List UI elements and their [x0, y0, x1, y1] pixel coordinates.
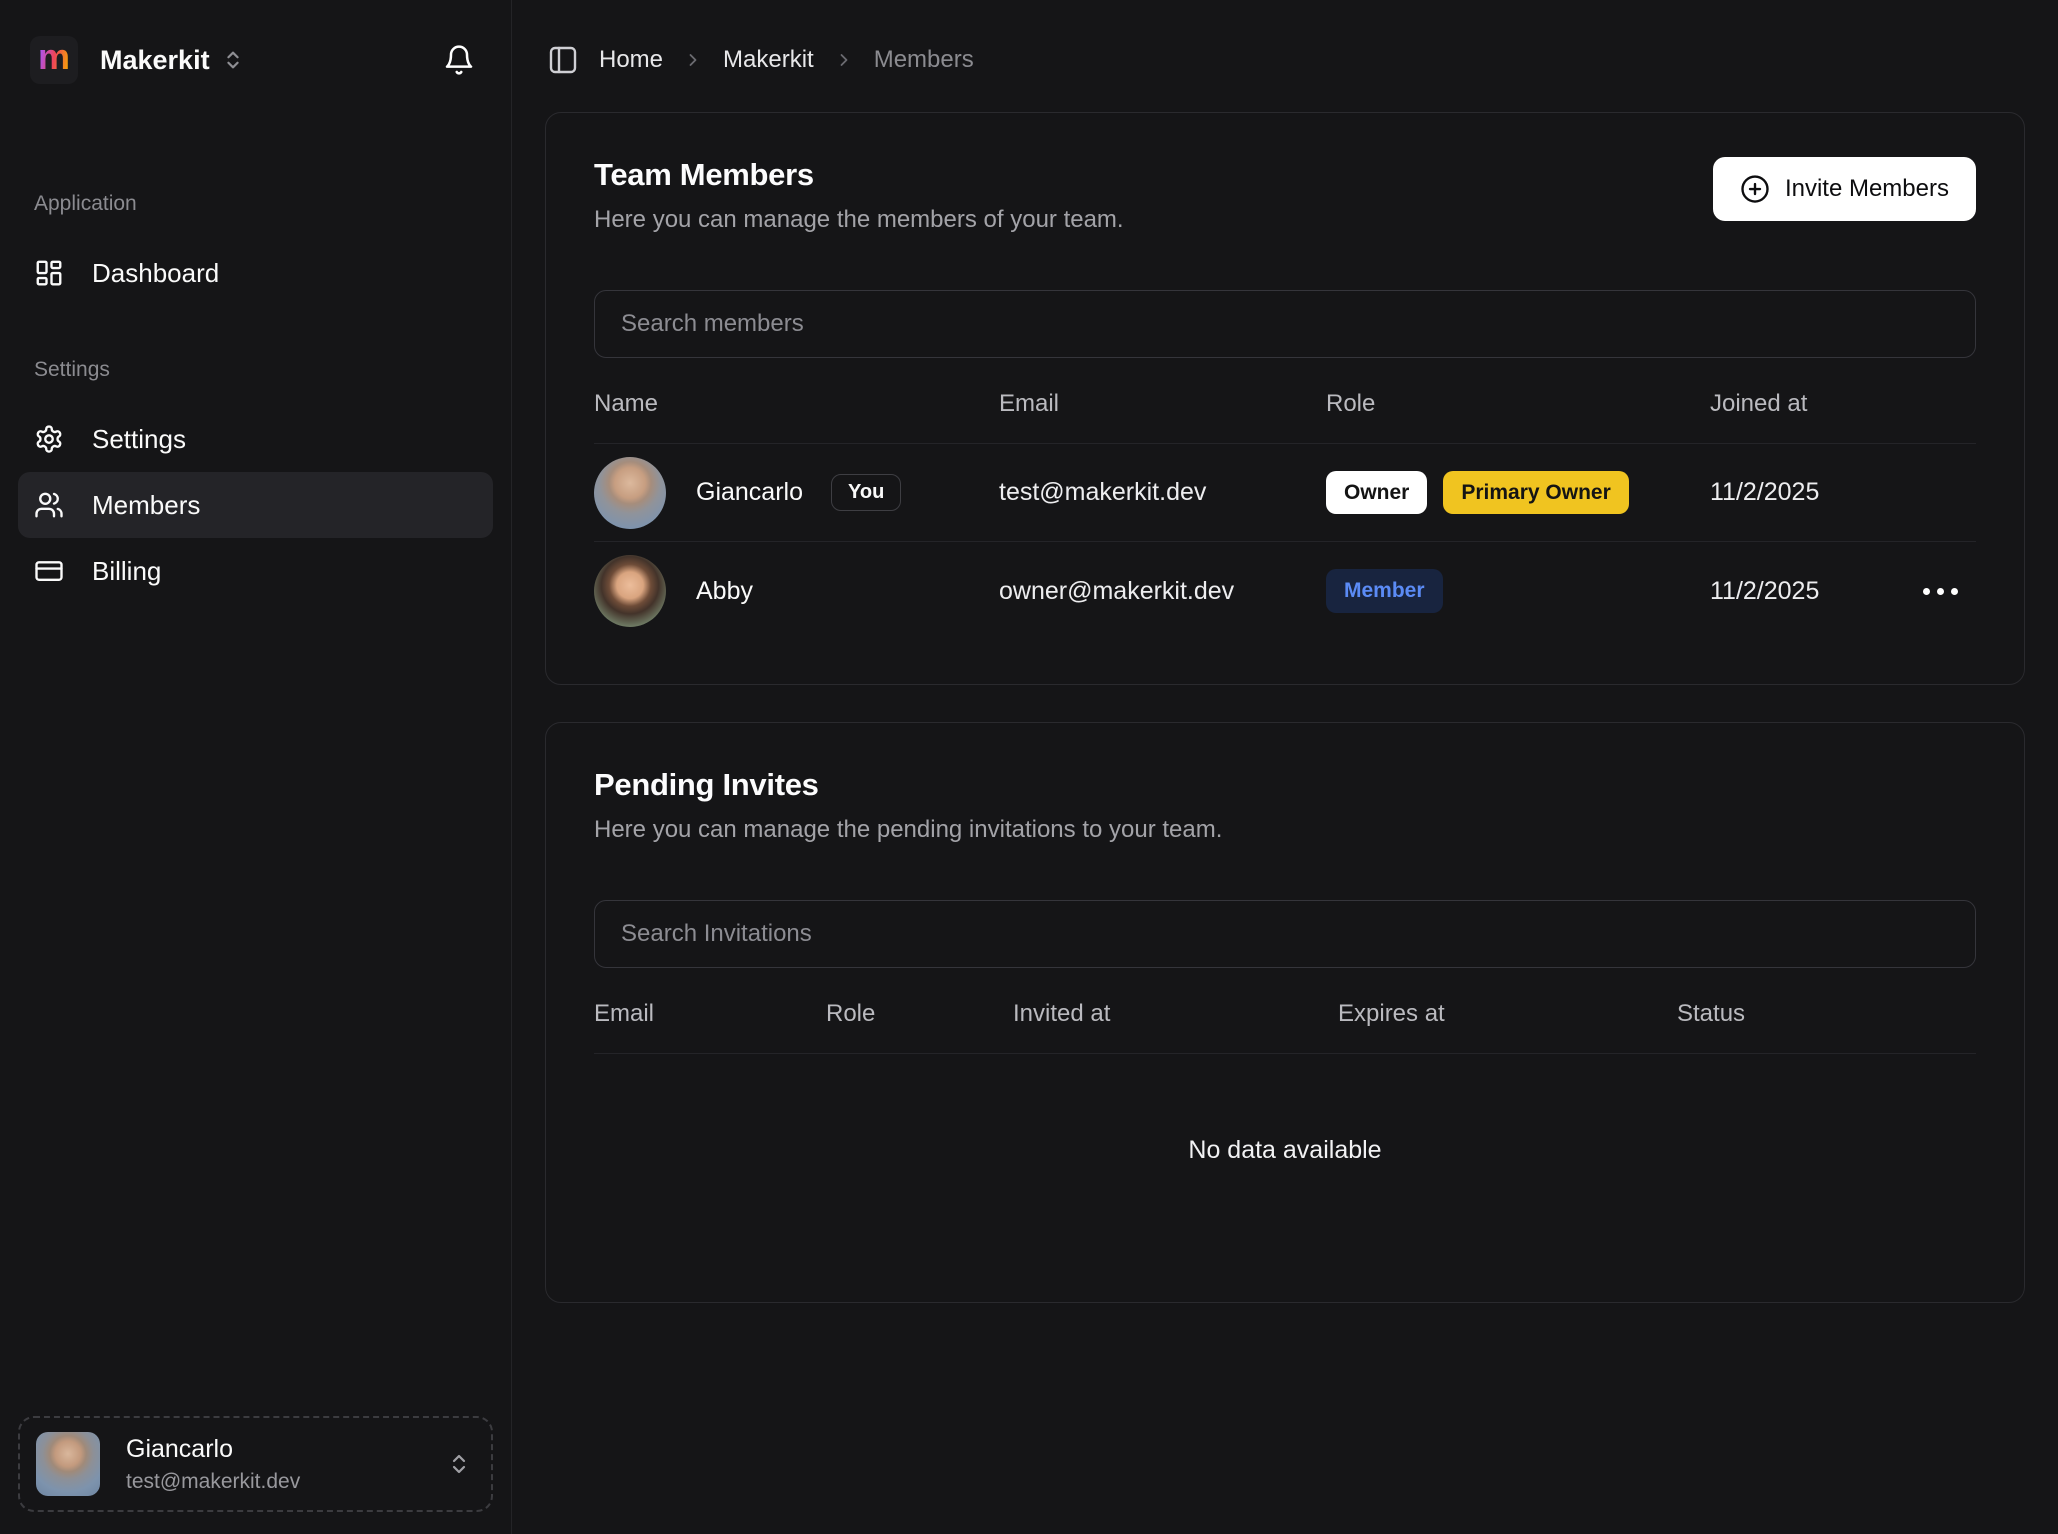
workspace-selector[interactable]: m Makerkit — [0, 0, 511, 84]
team-members-title: Team Members — [594, 157, 1124, 193]
team-members-card: Team Members Here you can manage the mem… — [545, 112, 2025, 685]
breadcrumb-makerkit[interactable]: Makerkit — [723, 46, 814, 74]
column-status: Status — [1677, 1000, 1976, 1028]
sidebar-item-members[interactable]: Members — [18, 472, 493, 538]
pending-invites-subtitle: Here you can manage the pending invitati… — [594, 816, 1222, 844]
column-email: Email — [999, 390, 1326, 418]
team-members-subtitle: Here you can manage the members of your … — [594, 206, 1124, 234]
member-joined-at: 11/2/2025 — [1710, 577, 1914, 606]
breadcrumb-home[interactable]: Home — [599, 46, 663, 74]
column-name: Name — [594, 390, 999, 418]
breadcrumb-members: Members — [874, 46, 974, 74]
member-email: test@makerkit.dev — [999, 478, 1326, 507]
gear-icon — [34, 424, 64, 454]
profile-name: Giancarlo — [126, 1435, 300, 1464]
sidebar-item-label: Billing — [92, 556, 161, 587]
plus-circle-icon — [1740, 174, 1770, 204]
pending-invites-title: Pending Invites — [594, 767, 1222, 803]
avatar — [594, 457, 666, 529]
invite-members-button[interactable]: Invite Members — [1713, 157, 1976, 221]
chevrons-up-down-icon — [222, 49, 244, 71]
role-badge-member: Member — [1326, 569, 1443, 612]
empty-state-text: No data available — [594, 1054, 1976, 1246]
column-invited-at: Invited at — [1013, 1000, 1338, 1028]
user-profile-menu[interactable]: Giancarlo test@makerkit.dev — [18, 1416, 493, 1512]
sidebar-item-label: Settings — [92, 424, 186, 455]
invites-table-header: Email Role Invited at Expires at Status — [594, 974, 1976, 1054]
table-row: Giancarlo You test@makerkit.dev Owner Pr… — [594, 444, 1976, 542]
sidebar-item-settings[interactable]: Settings — [18, 406, 493, 472]
chevrons-up-down-icon — [447, 1452, 471, 1476]
member-joined-at: 11/2/2025 — [1710, 478, 1914, 507]
search-members-input[interactable] — [594, 290, 1976, 358]
sidebar-item-billing[interactable]: Billing — [18, 538, 493, 604]
column-role: Role — [826, 1000, 1013, 1028]
chevron-right-icon — [834, 50, 854, 70]
chevron-right-icon — [683, 50, 703, 70]
column-email: Email — [594, 1000, 826, 1028]
member-name: Giancarlo — [696, 478, 803, 507]
credit-card-icon — [34, 556, 64, 586]
invite-members-label: Invite Members — [1785, 175, 1949, 203]
row-actions-ellipsis-icon[interactable] — [1919, 578, 1962, 605]
column-expires-at: Expires at — [1338, 1000, 1677, 1028]
dashboard-icon — [34, 258, 64, 288]
you-badge: You — [831, 474, 901, 511]
sidebar-item-label: Dashboard — [92, 258, 219, 289]
avatar — [36, 1432, 100, 1496]
sidebar-item-dashboard[interactable]: Dashboard — [18, 240, 493, 306]
nav-section-settings: Settings — [18, 358, 493, 382]
pending-invites-card: Pending Invites Here you can manage the … — [545, 722, 2025, 1303]
sidebar-nav: Application Dashboard Settings Settings … — [0, 192, 511, 604]
makerkit-logo: m — [30, 36, 78, 84]
search-invitations-input[interactable] — [594, 900, 1976, 968]
member-email: owner@makerkit.dev — [999, 577, 1326, 606]
users-icon — [34, 490, 64, 520]
breadcrumb: Home Makerkit Members — [545, 44, 2025, 76]
role-badge-owner: Owner — [1326, 471, 1427, 514]
role-badge-primary-owner: Primary Owner — [1443, 471, 1628, 514]
nav-section-application: Application — [18, 192, 493, 216]
column-role: Role — [1326, 390, 1710, 418]
avatar — [594, 555, 666, 627]
member-name: Abby — [696, 577, 753, 606]
main-content: Home Makerkit Members Team Members Here … — [512, 0, 2058, 1534]
sidebar: m Makerkit Application Dashboard Setting… — [0, 0, 512, 1534]
column-joined-at: Joined at — [1710, 390, 1914, 418]
members-table-header: Name Email Role Joined at — [594, 364, 1976, 444]
panel-left-icon[interactable] — [547, 44, 579, 76]
sidebar-item-label: Members — [92, 490, 200, 521]
bell-icon[interactable] — [443, 44, 475, 76]
profile-email: test@makerkit.dev — [126, 1470, 300, 1494]
logo-letter: m — [38, 39, 70, 75]
table-row: Abby owner@makerkit.dev Member 11/2/2025 — [594, 542, 1976, 640]
workspace-name: Makerkit — [100, 45, 210, 76]
